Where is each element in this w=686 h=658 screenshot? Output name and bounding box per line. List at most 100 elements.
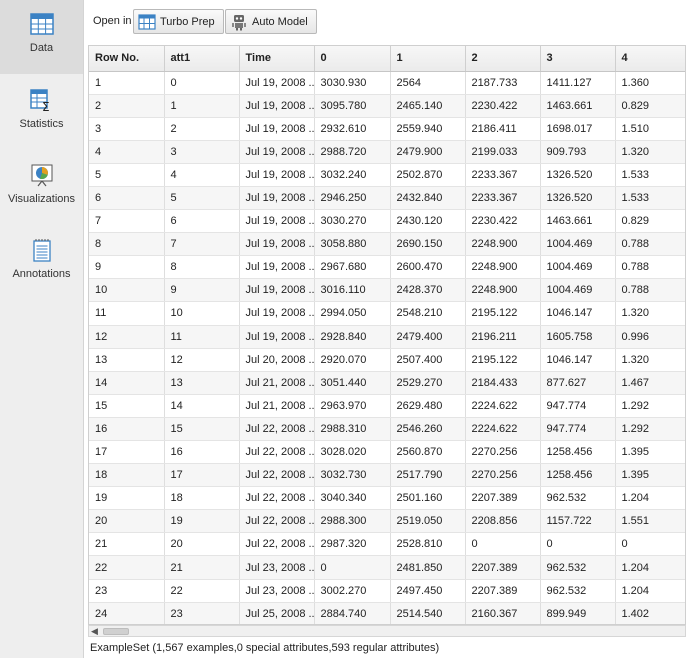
table-cell: 2529.270 [390, 371, 466, 395]
table-cell: 2160.367 [465, 602, 541, 624]
table-cell: 2564 [390, 71, 466, 95]
table-cell: 2690.150 [390, 232, 466, 257]
table-row[interactable]: 2 1 Jul 19, 2008 ... 3095.780 2465.140 2230.4… [89, 94, 685, 118]
table-row[interactable]: 12 11 Jul 19, 2008 ... 2928.840 2479.400 2196… [89, 325, 685, 349]
table-cell: 962.532 [540, 555, 616, 580]
robot-icon [232, 14, 246, 30]
table-cell: 947.774 [540, 394, 616, 418]
column-header[interactable]: 4 [615, 46, 685, 72]
table-cell: 1326.520 [540, 163, 616, 187]
table-cell: Jul 22, 2008 ... [239, 417, 315, 442]
svg-text:Σ: Σ [42, 100, 50, 112]
table-cell: 2967.680 [314, 255, 391, 280]
turbo-prep-button[interactable]: Turbo Prep [133, 9, 224, 34]
table-row[interactable]: 8 7 Jul 19, 2008 ... 3058.880 2690.150 2248.9… [89, 232, 685, 257]
sidebar-item-annotations[interactable]: Annotations [0, 226, 83, 300]
table-cell: 3030.930 [314, 71, 391, 95]
table-cell: 17 [164, 463, 240, 488]
table-cell: 1.395 [615, 440, 685, 465]
table-cell: 24 [89, 602, 165, 624]
column-header[interactable]: 0 [314, 46, 391, 72]
table-cell: Jul 19, 2008 ... [239, 140, 315, 164]
table-row[interactable]: 5 4 Jul 19, 2008 ... 3032.240 2502.870 2233.3… [89, 163, 685, 187]
table-cell: 2519.050 [390, 509, 466, 534]
table-row[interactable]: 11 10 Jul 19, 2008 ... 2994.050 2548.210 2195… [89, 301, 685, 326]
table-row[interactable]: 13 12 Jul 20, 2008 ... 2920.070 2507.400 2195… [89, 348, 685, 372]
table-cell: 2507.400 [390, 348, 466, 372]
table-cell: 1.402 [615, 602, 685, 624]
data-table[interactable]: Row No. att1 Time 0 1 2 3 4 1 0 Jul 19, 2008 ... 3… [88, 45, 686, 625]
table-cell: 11 [164, 325, 240, 349]
column-header[interactable]: Row No. [89, 46, 165, 72]
table-row[interactable]: 14 13 Jul 21, 2008 ... 3051.440 2529.270 2184… [89, 371, 685, 395]
table-cell: 1.204 [615, 486, 685, 511]
table-row[interactable]: 18 17 Jul 22, 2008 ... 3032.730 2517.790 2270… [89, 463, 685, 488]
sidebar-item-data[interactable]: Data [0, 0, 83, 74]
table-cell: 2195.122 [465, 301, 541, 326]
table-cell: 12 [89, 325, 165, 349]
table-cell: 2208.856 [465, 509, 541, 534]
table-cell: 962.532 [540, 486, 616, 511]
sidebar-item-statistics[interactable]: Σ Statistics [0, 76, 83, 150]
table-cell: 2270.256 [465, 440, 541, 465]
table-row[interactable]: 16 15 Jul 22, 2008 ... 2988.310 2546.260 2224… [89, 417, 685, 442]
auto-model-label: Auto Model [252, 15, 308, 28]
table-cell: 20 [164, 532, 240, 557]
turbo-prep-label: Turbo Prep [160, 15, 215, 28]
table-row[interactable]: 22 21 Jul 23, 2008 ... 0 2481.850 2207.389 962… [89, 555, 685, 580]
column-header[interactable]: 2 [465, 46, 541, 72]
table-row[interactable]: 9 8 Jul 19, 2008 ... 2967.680 2600.470 2248.9… [89, 255, 685, 280]
table-cell: Jul 22, 2008 ... [239, 509, 315, 534]
sigma-table-icon: Σ [29, 89, 50, 112]
table-row[interactable]: 7 6 Jul 19, 2008 ... 3030.270 2430.120 2230.4… [89, 209, 685, 234]
horizontal-scrollbar[interactable]: ◀ [88, 625, 686, 637]
table-row[interactable]: 10 9 Jul 19, 2008 ... 3016.110 2428.370 2248.… [89, 278, 685, 303]
sidebar-item-label: Visualizations [7, 193, 76, 205]
table-cell: Jul 22, 2008 ... [239, 463, 315, 488]
sidebar-item-label: Annotations [12, 268, 71, 280]
table-cell: 2528.810 [390, 532, 466, 557]
table-row[interactable]: 4 3 Jul 19, 2008 ... 2988.720 2479.900 2199.0… [89, 140, 685, 164]
table-cell: 3 [164, 140, 240, 164]
table-row[interactable]: 20 19 Jul 22, 2008 ... 2988.300 2519.050 2208… [89, 509, 685, 534]
column-header[interactable]: 3 [540, 46, 616, 72]
table-cell: 23 [89, 579, 165, 603]
toolbar: Open in Turbo Prep Auto Model [85, 0, 686, 44]
table-row[interactable]: 21 20 Jul 22, 2008 ... 2987.320 2528.810 0 0 0 [89, 532, 685, 557]
table-cell: 2548.210 [390, 301, 466, 326]
table-row[interactable]: 19 18 Jul 22, 2008 ... 3040.340 2501.160 2207… [89, 486, 685, 511]
table-cell: 5 [164, 186, 240, 211]
table-cell: 15 [89, 394, 165, 418]
table-cell: 2432.840 [390, 186, 466, 211]
table-row[interactable]: 3 2 Jul 19, 2008 ... 2932.610 2559.940 2186.4… [89, 117, 685, 141]
table-cell: 2224.622 [465, 394, 541, 418]
column-header[interactable]: att1 [164, 46, 240, 72]
table-cell: 2230.422 [465, 94, 541, 118]
table-cell: 0.996 [615, 325, 685, 349]
table-row[interactable]: 17 16 Jul 22, 2008 ... 3028.020 2560.870 2270… [89, 440, 685, 465]
scrollbar-thumb[interactable] [103, 628, 129, 635]
table-cell: Jul 19, 2008 ... [239, 232, 315, 257]
column-header[interactable]: Time [239, 46, 315, 72]
sidebar-item-visualizations[interactable]: Visualizations [0, 151, 83, 225]
table-cell: 2224.622 [465, 417, 541, 442]
table-row[interactable]: 24 23 Jul 25, 2008 ... 2884.740 2514.540 2160… [89, 602, 685, 624]
table-row[interactable]: 1 0 Jul 19, 2008 ... 3030.930 2564 2187.733 14… [89, 71, 685, 95]
table-cell: Jul 22, 2008 ... [239, 440, 315, 465]
table-row[interactable]: 6 5 Jul 19, 2008 ... 2946.250 2432.840 2233.3… [89, 186, 685, 211]
table-cell: 2994.050 [314, 301, 391, 326]
table-cell: 962.532 [540, 579, 616, 603]
table-header-row: Row No. att1 Time 0 1 2 3 4 [89, 46, 685, 72]
table-cell: 13 [164, 371, 240, 395]
column-header[interactable]: 1 [390, 46, 466, 72]
table-row[interactable]: 15 14 Jul 21, 2008 ... 2963.970 2629.480 2224… [89, 394, 685, 418]
scroll-left-icon[interactable]: ◀ [91, 626, 98, 636]
table-cell: 3032.240 [314, 163, 391, 187]
sidebar: Data Σ Statistics Visualizations Annotat… [0, 0, 84, 658]
auto-model-button[interactable]: Auto Model [225, 9, 317, 34]
table-row[interactable]: 23 22 Jul 23, 2008 ... 3002.270 2497.450 2207… [89, 579, 685, 603]
table-cell: 8 [164, 255, 240, 280]
table-cell: Jul 23, 2008 ... [239, 579, 315, 603]
table-cell: 10 [89, 278, 165, 303]
sidebar-item-label: Data [29, 42, 54, 54]
